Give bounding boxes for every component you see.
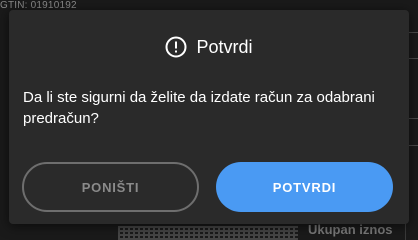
dialog-message: Da li ste sigurni da želite da izdate ra… <box>23 89 375 127</box>
dialog-title: Potvrdi <box>196 36 253 57</box>
cancel-button[interactable]: PONIŠTI <box>22 162 199 212</box>
background-qr-code <box>118 226 298 240</box>
dialog-header: Potvrdi <box>9 36 409 58</box>
confirm-dialog: Potvrdi Da li ste sigurni da želite da i… <box>9 10 409 224</box>
alert-circle-icon <box>165 36 187 58</box>
confirm-button[interactable]: POTVRDI <box>216 162 393 212</box>
background-total-label: Ukupan iznos <box>308 222 393 237</box>
